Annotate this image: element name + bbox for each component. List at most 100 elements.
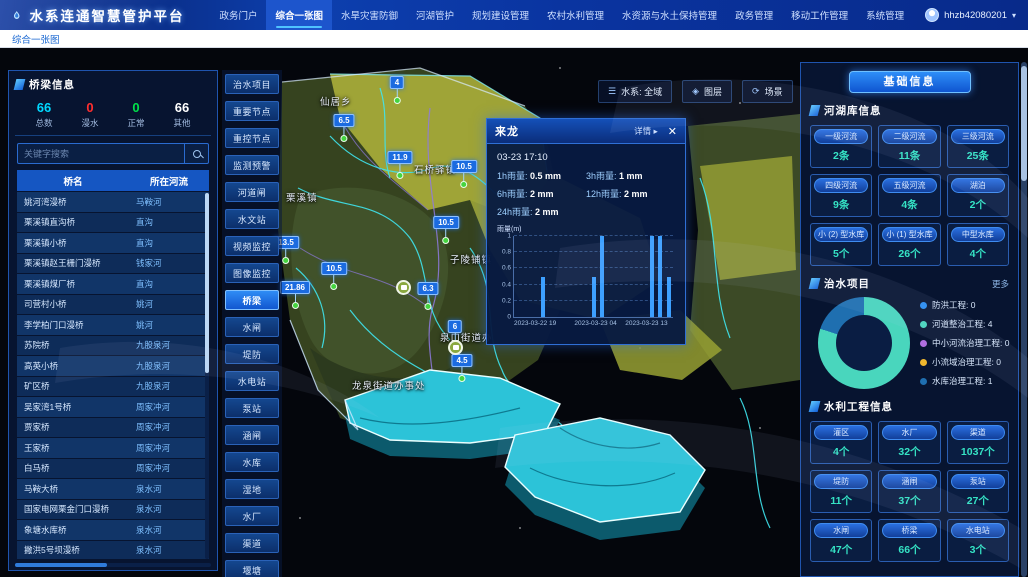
layer-item-堤防[interactable]: 堤防	[225, 344, 279, 364]
nav-item-8[interactable]: 政务管理	[726, 0, 782, 30]
table-row[interactable]: 王家桥周家冲河	[17, 438, 209, 458]
eng-tile-2[interactable]: 水厂32个	[878, 421, 940, 464]
layer-item-水厂[interactable]: 水厂	[225, 506, 279, 526]
cell-river: 周家冲河	[129, 401, 209, 413]
table-row[interactable]: 司营村小桥姚河	[17, 295, 209, 315]
breadcrumb[interactable]: 综合一张图	[12, 32, 60, 46]
nav-item-3[interactable]: 水旱灾害防御	[332, 0, 407, 30]
river-tile-3[interactable]: 三级河流25条	[947, 125, 1009, 168]
table-row[interactable]: 象塘水库桥泉水河	[17, 520, 209, 540]
bridge-table-body: 姚河湾漫桥马鞍河栗溪镇直沟桥直沟栗溪镇小桥直沟栗溪镇赵王栅门漫桥钱家河栗溪镇煤厂…	[17, 191, 209, 559]
layer-item-河道闸[interactable]: 河道闸	[225, 182, 279, 202]
nav-item-5[interactable]: 规划建设管理	[463, 0, 538, 30]
layer-item-堰塘[interactable]: 堰塘	[225, 560, 279, 577]
search-input[interactable]	[18, 144, 184, 163]
nav-item-6[interactable]: 农村水利管理	[538, 0, 613, 30]
river-tile-7[interactable]: 小 (2) 型水库5个	[810, 223, 872, 266]
map-value-badge[interactable]: 10.5	[321, 262, 347, 290]
table-row[interactable]: 栗溪镇直沟桥直沟	[17, 213, 209, 233]
nav-item-1[interactable]: 政务门户	[210, 0, 266, 30]
table-row[interactable]: 白马桥周家冲河	[17, 459, 209, 479]
table-row[interactable]: 马鞍大桥泉水河	[17, 479, 209, 499]
map-value-badge[interactable]: 10.5	[433, 216, 459, 244]
river-tile-8[interactable]: 小 (1) 型水库26个	[878, 223, 940, 266]
camera-marker-icon[interactable]	[396, 280, 411, 295]
table-row[interactable]: 矿区桥九股泉河	[17, 377, 209, 397]
y-tick-label: 1	[507, 233, 511, 240]
table-row[interactable]: 栗溪镇赵王栅门漫桥钱家河	[17, 254, 209, 274]
camera-glyph	[401, 285, 407, 290]
eng-tile-4[interactable]: 堤防11个	[810, 470, 872, 513]
page-scrollbar[interactable]	[1021, 62, 1027, 577]
table-vertical-scrollbar[interactable]	[205, 193, 209, 559]
layer-item-渠道[interactable]: 渠道	[225, 533, 279, 553]
layer-item-泵站[interactable]: 泵站	[225, 398, 279, 418]
eng-tile-6[interactable]: 泵站27个	[947, 470, 1009, 513]
river-tile-9[interactable]: 中型水库4个	[947, 223, 1009, 266]
table-row[interactable]: 高英小桥九股泉河	[17, 356, 209, 376]
river-tile-5[interactable]: 五级河流4条	[878, 174, 940, 217]
eng-tile-7[interactable]: 水闸47个	[810, 519, 872, 562]
layer-item-监测预警[interactable]: 监测预警	[225, 155, 279, 175]
map-value-badge[interactable]: 4.5	[451, 354, 472, 382]
layer-item-水文站[interactable]: 水文站	[225, 209, 279, 229]
map-value-badge[interactable]: 6.3	[417, 282, 438, 310]
layer-item-视频监控[interactable]: 视频监控	[225, 236, 279, 256]
table-row[interactable]: 栗溪镇煤厂桥直沟	[17, 274, 209, 294]
nav-item-7[interactable]: 水资源与水土保持管理	[613, 0, 726, 30]
eng-tile-9[interactable]: 水电站3个	[947, 519, 1009, 562]
map-control-3[interactable]: ⟳场景	[742, 80, 793, 103]
layer-item-重要节点[interactable]: 重要节点	[225, 101, 279, 121]
layer-item-水电站[interactable]: 水电站	[225, 371, 279, 391]
eng-tile-1[interactable]: 灌区4个	[810, 421, 872, 464]
table-row[interactable]: 吴家湾1号桥周家冲河	[17, 397, 209, 417]
river-tile-6[interactable]: 湖泊2个	[947, 174, 1009, 217]
map-value-badge[interactable]: 11.9	[387, 151, 412, 179]
search-button[interactable]	[184, 144, 208, 163]
table-row[interactable]: 撇洪5号坝漫桥泉水河	[17, 541, 209, 560]
nav-item-4[interactable]: 河湖管护	[407, 0, 463, 30]
eng-tile-8[interactable]: 桥梁66个	[878, 519, 940, 562]
map-control-2[interactable]: ◈图层	[682, 80, 732, 103]
nav-item-9[interactable]: 移动工作管理	[782, 0, 857, 30]
layer-item-治水项目[interactable]: 治水项目	[225, 74, 279, 94]
breadcrumb-bar: 综合一张图	[0, 30, 1028, 48]
layer-item-湿地[interactable]: 湿地	[225, 479, 279, 499]
nav-item-10[interactable]: 系统管理	[857, 0, 913, 30]
map-value-badge[interactable]: 10.5	[451, 160, 477, 188]
close-icon[interactable]: ✕	[668, 125, 677, 138]
table-row[interactable]: 姚河湾漫桥马鞍河	[17, 192, 209, 212]
camera-marker-icon[interactable]	[448, 340, 463, 355]
cell-bridge-name: 矿区桥	[17, 380, 129, 392]
table-row[interactable]: 栗溪镇小桥直沟	[17, 233, 209, 253]
eng-tile-3[interactable]: 渠道1037个	[947, 421, 1009, 464]
river-tile-4[interactable]: 四级河流9条	[810, 174, 872, 217]
layer-item-涵闸[interactable]: 涵闸	[225, 425, 279, 445]
layer-item-图像监控[interactable]: 图像监控	[225, 263, 279, 283]
map-value-badge[interactable]: 4	[390, 76, 404, 104]
river-tiles: 一级河流2条二级河流11条三级河流25条四级河流9条五级河流4条湖泊2个小 (2…	[810, 125, 1009, 266]
nav-item-2[interactable]: 综合一张图	[266, 0, 332, 30]
table-row[interactable]: 国家电网栗金门口漫桥泉水河	[17, 500, 209, 520]
layer-item-水库[interactable]: 水库	[225, 452, 279, 472]
user-menu[interactable]: hhzb42080201 ▾	[925, 8, 1016, 22]
layer-item-桥梁[interactable]: 桥梁	[225, 290, 279, 310]
map-control-1[interactable]: ☰水系: 全域	[598, 80, 672, 103]
table-row[interactable]: 苏院桥九股泉河	[17, 336, 209, 356]
layer-menu: 治水项目重要节点重控节点监测预警河道闸水文站视频监控图像监控桥梁水闸堤防水电站泵…	[222, 70, 282, 577]
river-tile-1[interactable]: 一级河流2条	[810, 125, 872, 168]
eng-tile-5[interactable]: 涵闸37个	[878, 470, 940, 513]
river-tile-2[interactable]: 二级河流11条	[878, 125, 940, 168]
cell-bridge-name: 马鞍大桥	[17, 483, 129, 495]
table-row[interactable]: 李学柏门口漫桥姚河	[17, 315, 209, 335]
map-value-badge[interactable]: 21.86	[280, 281, 310, 309]
table-horizontal-scrollbar[interactable]	[15, 563, 211, 567]
popup-details-link[interactable]: 详情 ▸	[634, 125, 658, 137]
map-value-badge[interactable]: 6.5	[333, 114, 354, 142]
layer-item-重控节点[interactable]: 重控节点	[225, 128, 279, 148]
stat-label: 漫水	[67, 117, 113, 129]
more-link[interactable]: 更多	[992, 278, 1009, 290]
layer-item-水闸[interactable]: 水闸	[225, 317, 279, 337]
table-row[interactable]: 贾家桥周家冲河	[17, 418, 209, 438]
tab-basic-info[interactable]: 基础信息	[849, 71, 971, 93]
